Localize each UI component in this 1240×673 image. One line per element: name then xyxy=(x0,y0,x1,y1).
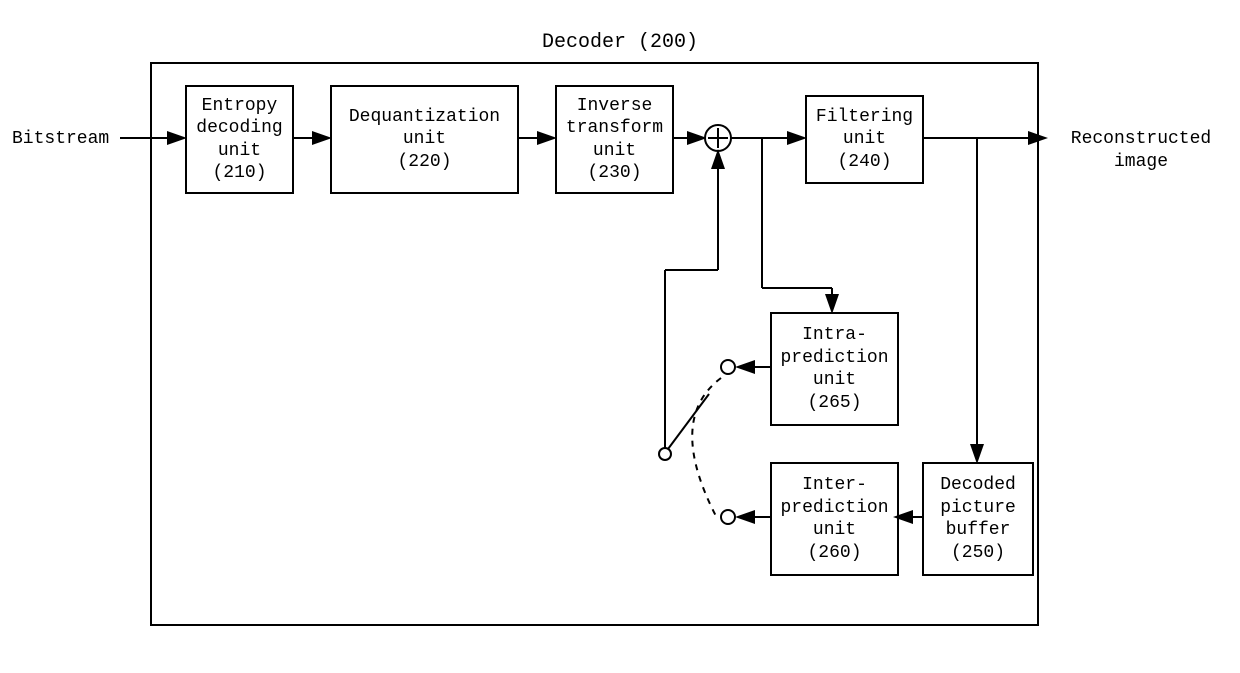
connectors-svg xyxy=(0,0,1240,673)
diagram-canvas: Decoder (200) Entropy decoding unit (210… xyxy=(0,0,1240,673)
